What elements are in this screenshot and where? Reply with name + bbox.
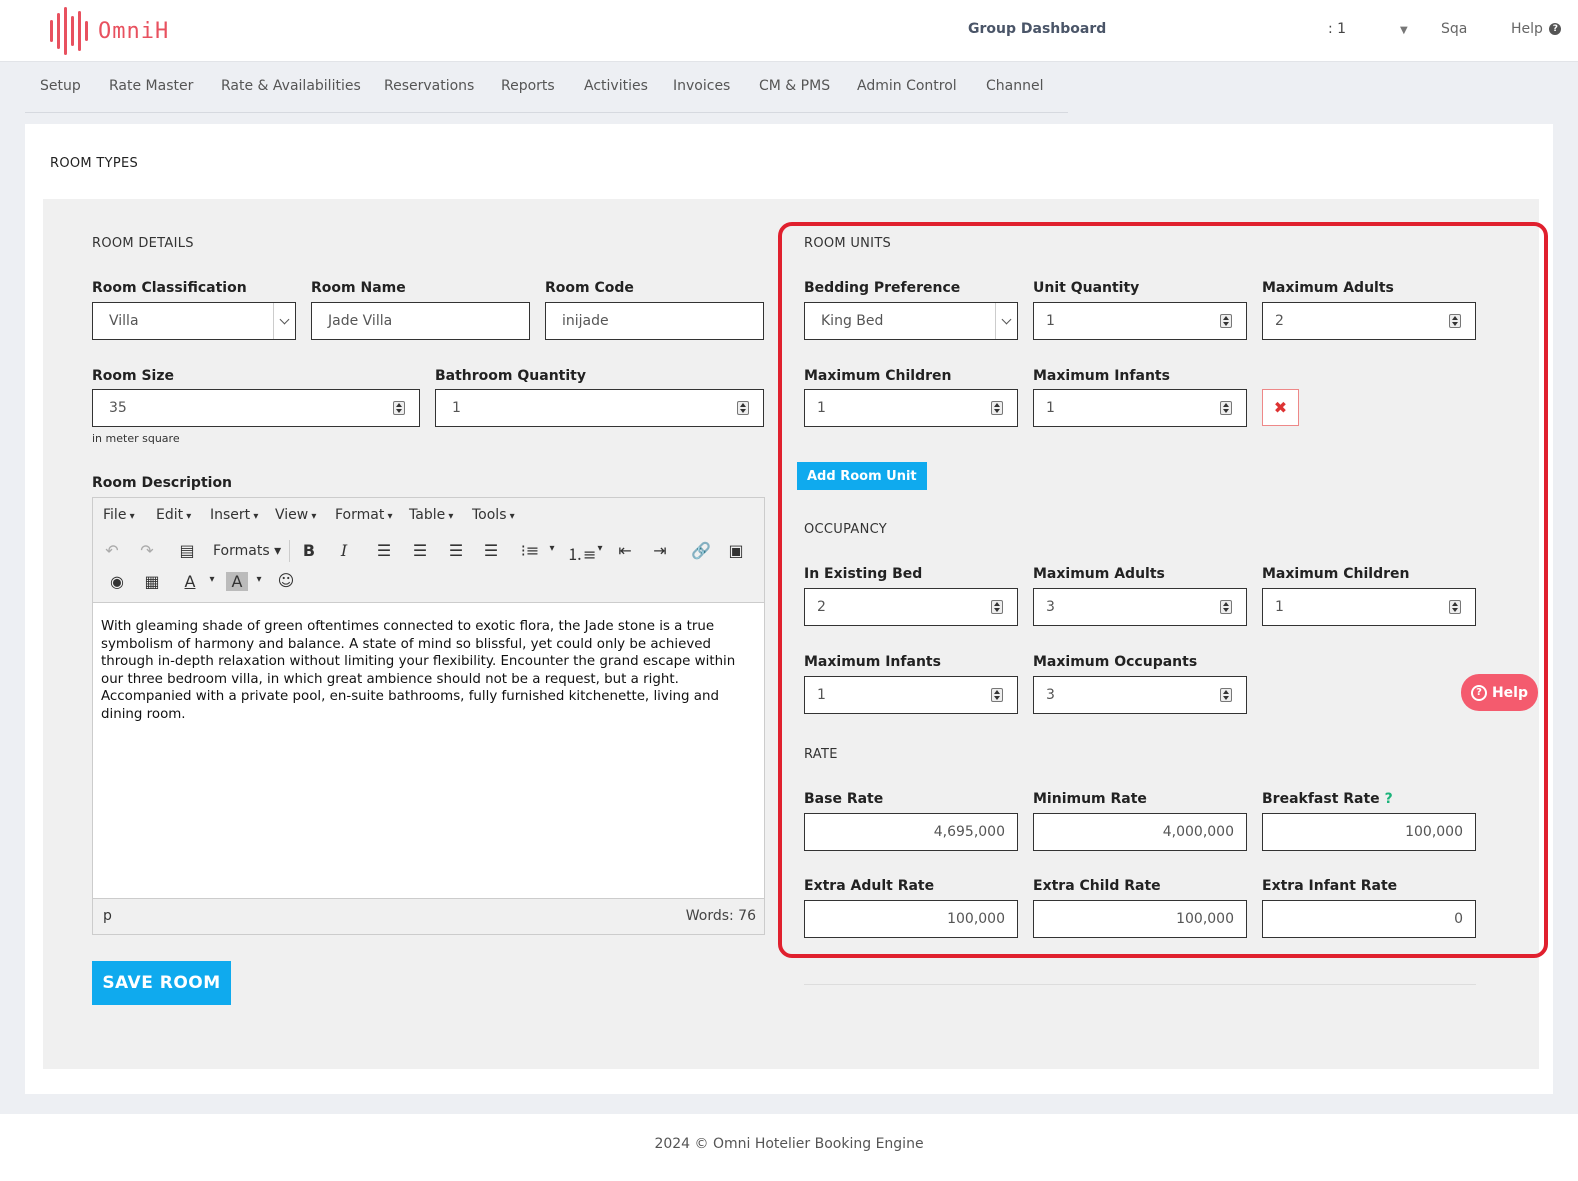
room-classification-value: Villa: [109, 313, 139, 329]
align-right-icon[interactable]: ☰: [445, 541, 467, 560]
room-code-input[interactable]: inijade: [545, 302, 764, 340]
question-circle-icon: ?: [1470, 684, 1487, 701]
menu-edit[interactable]: Edit: [156, 507, 191, 523]
italic-icon[interactable]: I: [333, 541, 355, 560]
menu-file[interactable]: File: [103, 507, 135, 523]
chevron-down-icon[interactable]: ▾: [541, 543, 563, 554]
menu-view[interactable]: View: [275, 507, 316, 523]
room-size-value: 35: [109, 400, 127, 416]
room-code-label: Room Code: [545, 280, 634, 296]
nav-rate-availabilities[interactable]: Rate & Availabilities: [221, 78, 361, 94]
media-icon[interactable]: ▦: [141, 572, 163, 591]
preview-eye-icon[interactable]: ◉: [106, 572, 128, 591]
room-size-label: Room Size: [92, 368, 175, 384]
nav-reports[interactable]: Reports: [501, 78, 555, 94]
text-color-icon[interactable]: A: [179, 572, 201, 591]
spinner-icon[interactable]: [737, 401, 749, 415]
background-color-icon[interactable]: A: [226, 572, 248, 591]
menu-format[interactable]: Format: [335, 507, 393, 523]
numbered-list-icon[interactable]: ⒈≡: [567, 541, 596, 565]
chevron-down-icon: [273, 303, 295, 339]
user-menu[interactable]: Sqa: [1441, 21, 1467, 37]
top-bar: OmniH Group Dashboard : 1 ▼ Sqa Help ?: [0, 0, 1578, 62]
nav-activities[interactable]: Activities: [584, 78, 648, 94]
floating-help-button[interactable]: ? Help: [1461, 674, 1538, 711]
room-name-input[interactable]: Jade Villa: [311, 302, 530, 340]
section-divider: [804, 984, 1476, 985]
logo-bars-icon: [50, 7, 88, 55]
chevron-down-icon[interactable]: ▾: [201, 574, 223, 585]
nav-rate-master[interactable]: Rate Master: [109, 78, 193, 94]
editor-content[interactable]: With gleaming shade of green oftentimes …: [93, 602, 764, 899]
room-details-title: ROOM DETAILS: [92, 236, 194, 251]
bathroom-quantity-label: Bathroom Quantity: [435, 368, 586, 384]
nav-cm-pms[interactable]: CM & PMS: [759, 78, 830, 94]
footer: 2024 © Omni Hotelier Booking Engine: [0, 1114, 1578, 1181]
nav-admin-control[interactable]: Admin Control: [857, 78, 957, 94]
formats-dropdown[interactable]: Formats ▾: [213, 543, 281, 559]
justify-icon[interactable]: ☰: [480, 541, 502, 560]
save-room-button[interactable]: SAVE ROOM: [92, 961, 231, 1005]
undo-icon[interactable]: ↶: [101, 541, 123, 560]
select-all-icon[interactable]: ▤: [176, 541, 198, 560]
editor-menubar: File Edit Insert View Format Table Tools: [93, 498, 764, 532]
floating-help-label: Help: [1491, 684, 1529, 701]
chevron-down-icon[interactable]: ▾: [248, 574, 270, 585]
indent-icon[interactable]: ⇥: [649, 541, 671, 560]
help-link-label: Help: [1511, 21, 1543, 37]
group-dashboard-link[interactable]: Group Dashboard: [968, 21, 1106, 37]
room-classification-select[interactable]: Villa: [92, 302, 296, 340]
room-size-input[interactable]: 35: [92, 389, 420, 427]
footer-copyright: 2024 © Omni Hotelier Booking Engine: [654, 1136, 924, 1152]
main-nav: Setup Rate Master Rate & Availabilities …: [0, 62, 1578, 114]
description-editor: File Edit Insert View Format Table Tools…: [92, 497, 765, 935]
bullet-list-icon[interactable]: ⁝≡: [519, 541, 541, 560]
highlight-box: [778, 222, 1548, 958]
nav-channel[interactable]: Channel: [986, 78, 1043, 94]
bold-icon[interactable]: B: [298, 541, 320, 560]
spinner-icon[interactable]: [393, 401, 405, 415]
bathroom-quantity-input[interactable]: 1: [435, 389, 764, 427]
nav-divider: [25, 112, 1068, 113]
room-size-hint: in meter square: [92, 432, 180, 445]
redo-icon[interactable]: ↷: [136, 541, 158, 560]
outdent-icon[interactable]: ⇤: [614, 541, 636, 560]
menu-table[interactable]: Table: [409, 507, 453, 523]
room-code-value: inijade: [562, 313, 609, 329]
chevron-down-icon[interactable]: ▾: [589, 543, 611, 554]
nav-reservations[interactable]: Reservations: [384, 78, 474, 94]
caret-down-icon[interactable]: ▼: [1400, 25, 1408, 36]
room-classification-label: Room Classification: [92, 280, 247, 296]
property-counter: : 1: [1328, 21, 1347, 37]
toolbar-separator: [289, 540, 290, 562]
brand-logo[interactable]: OmniH: [50, 7, 169, 55]
brand-name: OmniH: [98, 18, 170, 44]
question-circle-icon: ?: [1549, 23, 1562, 35]
menu-tools[interactable]: Tools: [472, 507, 515, 523]
word-count: Words: 76: [685, 908, 756, 924]
nav-invoices[interactable]: Invoices: [673, 78, 730, 94]
nav-setup[interactable]: Setup: [40, 78, 81, 94]
page-title: ROOM TYPES: [50, 156, 139, 171]
bathroom-quantity-value: 1: [452, 400, 461, 416]
menu-insert[interactable]: Insert: [210, 507, 258, 523]
formats-label: Formats: [213, 543, 270, 559]
emoticon-icon[interactable]: ☺: [275, 571, 297, 590]
room-name-value: Jade Villa: [328, 313, 393, 329]
help-link[interactable]: Help ?: [1511, 21, 1562, 37]
image-icon[interactable]: ▣: [725, 541, 747, 560]
room-description-label: Room Description: [92, 475, 233, 491]
align-center-icon[interactable]: ☰: [409, 541, 431, 560]
room-name-label: Room Name: [311, 280, 406, 296]
link-icon[interactable]: 🔗: [690, 541, 712, 560]
editor-path: p: [103, 908, 112, 924]
align-left-icon[interactable]: ☰: [373, 541, 395, 560]
